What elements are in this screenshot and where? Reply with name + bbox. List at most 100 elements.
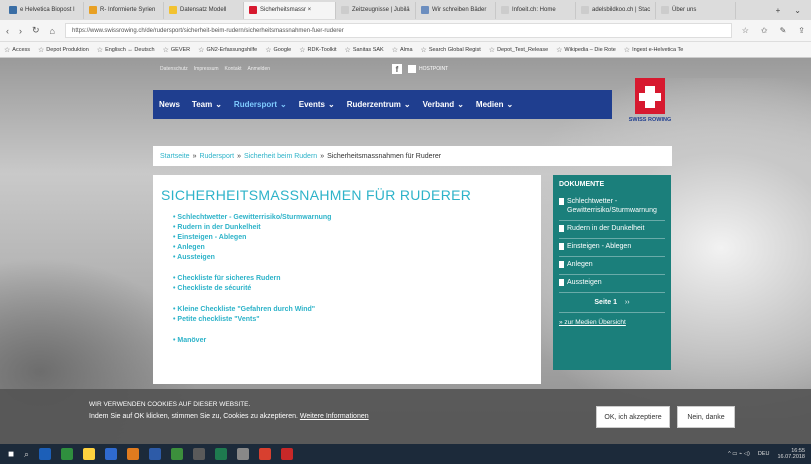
cookie-accept-button[interactable]: OK, ich akzeptiere	[596, 406, 670, 428]
new-tab-icon[interactable]: +	[776, 6, 781, 15]
bookmark-item[interactable]: ☆ RDK-Toolkit	[299, 46, 336, 54]
page-indicator: Seite 1	[594, 299, 617, 306]
content-link[interactable]: Petite checkliste "Vents"	[173, 315, 533, 325]
windows-start-icon[interactable]: ■	[8, 449, 14, 460]
facebook-icon[interactable]: f	[392, 64, 402, 74]
bookmark-item[interactable]: ☆ GN2-Erfassungshilfe	[198, 46, 257, 54]
top-link[interactable]: Datenschutz	[160, 66, 188, 72]
bookmark-item[interactable]: ☆ Wikipedia – Die Rote	[556, 46, 616, 54]
bookmark-item[interactable]: ☆ Google	[265, 46, 291, 54]
content-link[interactable]: Kleine Checkliste "Gefahren durch Wind"	[173, 305, 533, 315]
top-link[interactable]: Anmelden	[248, 66, 271, 72]
content-link[interactable]: Checkliste de sécurité	[173, 284, 533, 294]
nav-item-verband[interactable]: Verband ⌄	[423, 100, 470, 109]
browser-tab[interactable]: Infoeit.ch: Home	[496, 1, 576, 19]
bookmark-label: Englisch ↔ Deutsch	[105, 46, 155, 53]
breadcrumb-link[interactable]: Startseite	[160, 153, 190, 160]
refresh-icon[interactable]: ↻	[32, 25, 40, 36]
document-link[interactable]: Rudern in der Dunkelheit	[559, 221, 665, 239]
nav-item-team[interactable]: Team ⌄	[192, 100, 228, 109]
content-link[interactable]: Einsteigen - Ablegen	[173, 233, 533, 243]
bookmark-item[interactable]: ☆ Depot Produktion	[38, 46, 89, 54]
home-icon[interactable]: ⌂	[50, 26, 55, 36]
document-label: Aussteigen	[567, 279, 602, 286]
document-link[interactable]: Schlechtwetter - Gewitterrisiko/Sturmwar…	[559, 194, 665, 221]
breadcrumb-link[interactable]: Rudersport	[199, 153, 234, 160]
favorites-hub-icon[interactable]: ✩	[761, 26, 768, 35]
bookmark-item[interactable]: ☆ Sanitas SAK	[345, 46, 384, 54]
nav-item-rudersport[interactable]: Rudersport ⌄	[234, 100, 293, 109]
content-link[interactable]: Aussteigen	[173, 253, 533, 263]
favorite-star-icon[interactable]: ☆	[742, 26, 749, 35]
taskbar-app-icon[interactable]	[105, 448, 118, 460]
cookie-more-info-link[interactable]: Weitere Informationen	[300, 413, 369, 420]
content-link[interactable]: Rudern in der Dunkelheit	[173, 223, 533, 233]
clock[interactable]: 16:55 16.07.2018	[777, 448, 805, 460]
browser-tab[interactable]: R- Informierte Syrien	[84, 1, 164, 19]
document-link[interactable]: Einsteigen - Ablegen	[559, 239, 665, 257]
content-link[interactable]: Manöver	[173, 336, 533, 346]
taskbar-app-icon[interactable]	[39, 448, 52, 460]
taskbar-app-icon[interactable]	[215, 448, 228, 460]
document-link[interactable]: Aussteigen	[559, 275, 665, 293]
tab-list-chevron-icon[interactable]: ⌄	[794, 6, 801, 15]
taskbar-app-icon[interactable]	[171, 448, 184, 460]
browser-tab[interactable]: Über uns	[656, 1, 736, 19]
pen-icon[interactable]: ✎	[780, 26, 787, 35]
cookie-title: WIR VERWENDEN COOKIES AUF DIESER WEBSITE…	[89, 401, 251, 408]
media-overview-link[interactable]: » zur Medien Übersicht	[559, 313, 665, 326]
browser-tab[interactable]: Datensatz Modell	[164, 1, 244, 19]
breadcrumb-link[interactable]: Sicherheit beim Rudern	[244, 153, 317, 160]
content-link[interactable]: Checkliste für sicheres Rudern	[173, 274, 533, 284]
tray-icons[interactable]: ^ ▭ ⌁ ◁)	[728, 451, 750, 457]
share-icon[interactable]: ⇪	[798, 26, 805, 35]
url-field[interactable]: https://www.swissrowing.ch/de/rudersport…	[64, 23, 732, 38]
taskbar-app-icon[interactable]	[259, 448, 272, 460]
top-link[interactable]: Kontakt	[225, 66, 242, 72]
bookmark-item[interactable]: ☆ Alma	[392, 46, 413, 54]
swiss-rowing-logo[interactable]: SWISS ROWING	[624, 78, 676, 132]
nav-item-ruderzentrum[interactable]: Ruderzentrum ⌄	[347, 100, 417, 109]
bookmark-item[interactable]: ☆ Search Global Regist	[421, 46, 481, 54]
content-link[interactable]: Schlechtwetter - Gewitterrisiko/Sturmwar…	[173, 213, 533, 223]
top-link[interactable]: Impressum	[194, 66, 219, 72]
browser-tab[interactable]: adelsbildkoo.ch | Stac	[576, 1, 656, 19]
taskbar-app-icon[interactable]	[127, 448, 140, 460]
tab-label: Datensatz Modell	[180, 7, 227, 13]
bookmark-item[interactable]: ☆ Ingest e-Helvetica Te	[624, 46, 684, 54]
browser-tab[interactable]: Zeitzeugnisse | Jubilä	[336, 1, 416, 19]
hostpoint-logo[interactable]: HOSTPOINT	[408, 65, 448, 73]
nav-item-medien[interactable]: Medien ⌄	[476, 100, 519, 109]
chevron-down-icon: ⌄	[457, 100, 464, 109]
taskbar-app-icon[interactable]	[193, 448, 206, 460]
nav-item-events[interactable]: Events ⌄	[299, 100, 341, 109]
taskbar-app-icon[interactable]	[149, 448, 162, 460]
forward-icon[interactable]: ›	[19, 26, 22, 36]
browser-tab[interactable]: Sicherheitsmassr ×	[244, 1, 336, 19]
breadcrumb-current: Sicherheitsmassnahmen für Ruderer	[327, 152, 442, 160]
cookie-decline-button[interactable]: Nein, danke	[677, 406, 735, 428]
content-link[interactable]: Anlegen	[173, 243, 533, 253]
hostpoint-icon	[408, 65, 416, 73]
breadcrumb-separator: »	[192, 152, 197, 160]
next-page-link[interactable]: ››	[625, 299, 630, 306]
back-icon[interactable]: ‹	[6, 26, 9, 36]
browser-tab[interactable]: e Helvetica Biopost I	[4, 1, 84, 19]
bookmark-item[interactable]: ☆ Access	[4, 46, 30, 54]
bookmark-item[interactable]: ☆ Englisch ↔ Deutsch	[97, 46, 155, 54]
document-link[interactable]: Anlegen	[559, 257, 665, 275]
input-language[interactable]: DEU	[758, 451, 770, 457]
browser-tab[interactable]: Wir schreiben Bäder	[416, 1, 496, 19]
taskbar-app-icon[interactable]	[237, 448, 250, 460]
search-icon[interactable]: ⌕	[24, 449, 29, 460]
taskbar-app-icon[interactable]	[83, 448, 96, 460]
taskbar-app-icon[interactable]	[61, 448, 74, 460]
nav-item-news[interactable]: News	[159, 100, 186, 109]
taskbar-app-icon[interactable]	[281, 448, 294, 460]
maneuver-links-group: Manöver	[173, 336, 533, 346]
document-icon	[559, 279, 564, 286]
bookmark-item[interactable]: ☆ GEVER	[163, 46, 191, 54]
document-icon	[559, 198, 564, 205]
bookmark-item[interactable]: ☆ Depot_Test_Release	[489, 46, 548, 54]
bookmark-label: Ingest e-Helvetica Te	[632, 46, 684, 53]
